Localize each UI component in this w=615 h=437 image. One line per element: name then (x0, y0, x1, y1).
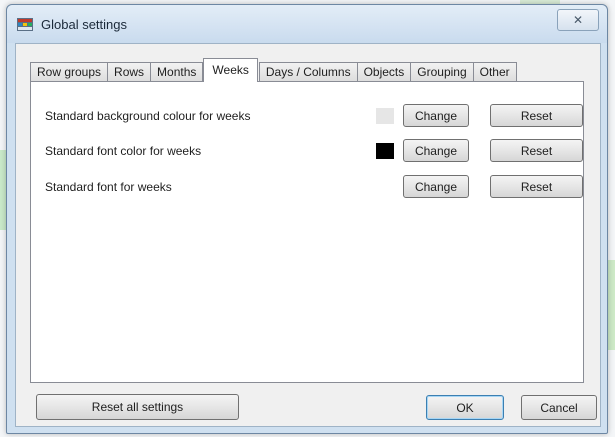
setting-label: Standard font for weeks (45, 180, 172, 194)
reset-all-settings-button[interactable]: Reset all settings (36, 394, 239, 420)
window-title: Global settings (41, 17, 127, 32)
tab-weeks[interactable]: Weeks (203, 58, 258, 82)
background-decoration (607, 260, 615, 350)
tab-rows[interactable]: Rows (107, 62, 152, 82)
tab-months[interactable]: Months (150, 62, 204, 82)
tab-other[interactable]: Other (472, 62, 517, 82)
dialog-body: Row groups Rows Months Weeks Days / Colu… (15, 43, 601, 427)
tab-days-columns[interactable]: Days / Columns (258, 62, 358, 82)
close-icon: ✕ (572, 13, 584, 27)
tab-strip: Row groups Rows Months Weeks Days / Colu… (30, 58, 517, 82)
weeks-tab-panel: Standard background colour for weeks Cha… (30, 81, 584, 383)
tab-objects[interactable]: Objects (356, 62, 412, 82)
setting-label: Standard font color for weeks (45, 144, 202, 158)
settings-window-icon (17, 18, 33, 31)
close-button[interactable]: ✕ (557, 9, 599, 31)
global-settings-dialog: Global settings ✕ Row groups Rows Months… (6, 4, 608, 434)
reset-font-color-button[interactable]: Reset (490, 139, 583, 162)
ok-button[interactable]: OK (426, 395, 504, 420)
tab-grouping[interactable]: Grouping (410, 62, 474, 82)
cancel-button[interactable]: Cancel (521, 395, 597, 420)
setting-row-font: Standard font for weeks Change Reset (31, 174, 583, 200)
reset-background-colour-button[interactable]: Reset (490, 104, 583, 127)
font-color-swatch (376, 143, 394, 159)
change-font-color-button[interactable]: Change (403, 139, 469, 162)
reset-font-button[interactable]: Reset (490, 175, 583, 198)
tab-row-groups[interactable]: Row groups (30, 62, 109, 82)
change-font-button[interactable]: Change (403, 175, 469, 198)
setting-row-font-color: Standard font color for weeks Change Res… (31, 138, 583, 164)
title-bar[interactable]: Global settings ✕ (7, 5, 607, 43)
setting-row-background-colour: Standard background colour for weeks Cha… (31, 103, 583, 129)
change-background-colour-button[interactable]: Change (403, 104, 469, 127)
background-colour-swatch (376, 108, 394, 124)
setting-label: Standard background colour for weeks (45, 109, 251, 123)
